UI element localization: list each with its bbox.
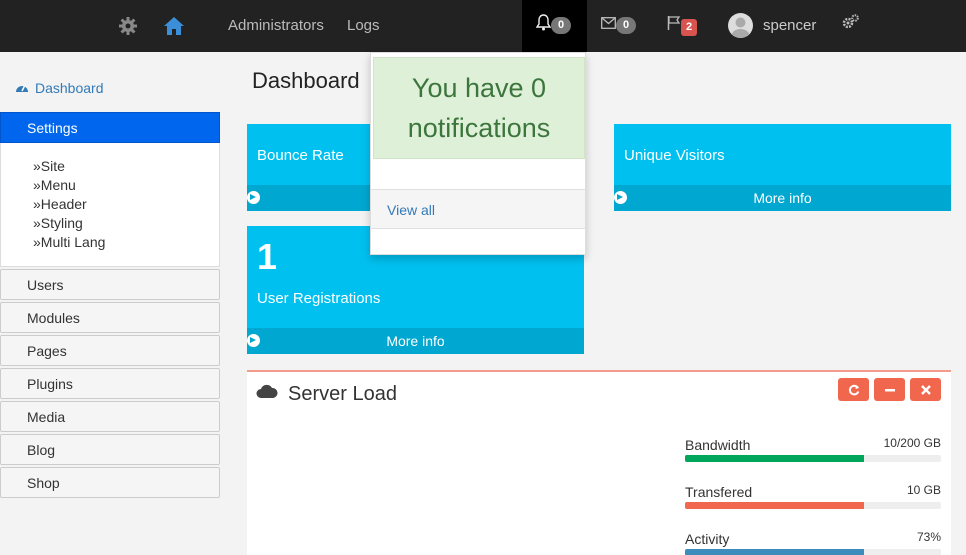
close-icon xyxy=(920,384,931,395)
submenu-item-menu[interactable]: »Menu xyxy=(1,176,219,195)
sidebar-item-blog[interactable]: Blog xyxy=(0,434,220,465)
meter-fill xyxy=(685,549,865,555)
meter-value-bandwidth: 10/200 GB xyxy=(883,436,941,450)
envelope-icon[interactable] xyxy=(601,16,616,34)
flag-icon[interactable] xyxy=(667,15,681,35)
tile-label: Unique Visitors xyxy=(624,147,725,164)
meter-fill xyxy=(685,455,865,462)
cloud-icon xyxy=(256,383,278,404)
meter-fill xyxy=(685,502,865,509)
sidebar-item-label: Dashboard xyxy=(35,80,104,96)
bell-icon xyxy=(535,14,552,36)
sidebar-item-shop[interactable]: Shop xyxy=(0,467,220,498)
notifications-dropdown: You have 0 notifications View all xyxy=(370,52,586,255)
flags-badge: 2 xyxy=(681,19,697,36)
tile-count: 1 xyxy=(257,236,278,277)
top-navbar: Administrators Logs 0 0 2 spencer xyxy=(0,0,966,52)
sidebar-item-media[interactable]: Media xyxy=(0,401,220,432)
sidebar: Dashboard Settings »Site »Menu »Header »… xyxy=(0,52,220,555)
tile-footer[interactable] xyxy=(247,185,374,211)
meter-bar-activity xyxy=(685,549,941,555)
messages-badge: 0 xyxy=(616,17,636,34)
meter-bar-transfered xyxy=(685,502,941,509)
arrow-circle-icon xyxy=(614,191,627,204)
arrow-circle-icon xyxy=(247,334,260,347)
nav-link-administrators[interactable]: Administrators xyxy=(228,17,324,34)
meter-label-transfered: Transfered xyxy=(685,484,753,500)
home-icon[interactable] xyxy=(162,14,186,38)
submenu-item-multi-lang[interactable]: »Multi Lang xyxy=(1,233,219,252)
tile-label: User Registrations xyxy=(257,290,381,307)
sidebar-item-modules[interactable]: Modules xyxy=(0,302,220,333)
arrow-circle-icon xyxy=(247,191,260,204)
meter-bar-bandwidth xyxy=(685,455,941,462)
sidebar-item-settings[interactable]: Settings xyxy=(0,112,220,143)
nav-link-logs[interactable]: Logs xyxy=(347,17,380,34)
panel-title: Server Load xyxy=(288,383,397,405)
page-title: Dashboard xyxy=(252,68,360,93)
settings-submenu: »Site »Menu »Header »Styling »Multi Lang xyxy=(0,143,220,267)
sidebar-item-plugins[interactable]: Plugins xyxy=(0,368,220,399)
user-name[interactable]: spencer xyxy=(763,17,816,34)
submenu-item-header[interactable]: »Header xyxy=(1,195,219,214)
view-all-link[interactable]: View all xyxy=(371,189,585,229)
submenu-item-styling[interactable]: »Styling xyxy=(1,214,219,233)
meter-value-activity: 73% xyxy=(916,530,941,544)
refresh-button[interactable] xyxy=(838,378,869,401)
unique-visitors-tile: Unique Visitors More info xyxy=(614,124,951,211)
dashboard-gauge-icon xyxy=(15,80,29,96)
gear-icon[interactable] xyxy=(116,14,140,38)
more-info-link[interactable]: More info xyxy=(614,185,951,211)
tile-label: Bounce Rate xyxy=(257,147,344,164)
notifications-toggle[interactable]: 0 xyxy=(522,0,587,52)
submenu-item-site[interactable]: »Site xyxy=(1,157,219,176)
meter-label-bandwidth: Bandwidth xyxy=(685,437,751,453)
minus-icon xyxy=(884,388,895,391)
notifications-badge: 0 xyxy=(551,17,571,34)
meter-value-transfered: 10 GB xyxy=(906,483,941,497)
notifications-message: You have 0 notifications xyxy=(373,57,585,159)
cogs-icon[interactable] xyxy=(842,14,860,35)
refresh-icon xyxy=(848,384,859,395)
close-button[interactable] xyxy=(910,378,941,401)
sidebar-item-dashboard[interactable]: Dashboard xyxy=(15,80,104,96)
minimize-button[interactable] xyxy=(874,378,905,401)
sidebar-item-pages[interactable]: Pages xyxy=(0,335,220,366)
server-load-panel: Server Load Bandwidth 10/200 GB Transfer… xyxy=(247,370,951,555)
more-info-link[interactable]: More info xyxy=(247,328,584,354)
sidebar-item-users[interactable]: Users xyxy=(0,269,220,300)
avatar[interactable] xyxy=(728,13,753,38)
meter-label-activity: Activity xyxy=(685,531,730,547)
